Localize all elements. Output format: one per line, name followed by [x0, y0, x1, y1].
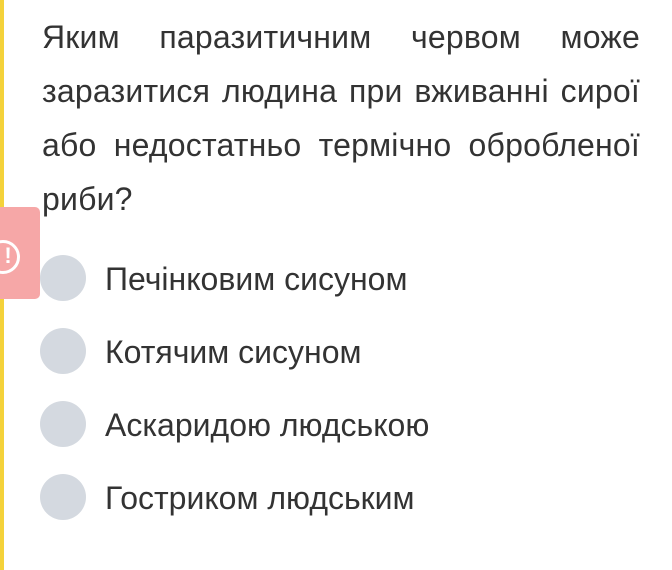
answer-option-label[interactable]: Гостриком людським	[105, 473, 415, 523]
radio-button[interactable]	[40, 401, 86, 447]
exclamation-mark: !	[4, 243, 12, 268]
radio-button[interactable]	[40, 255, 86, 301]
radio-button[interactable]	[40, 474, 86, 520]
report-alert-button[interactable]: !	[0, 207, 40, 299]
answer-option-label[interactable]: Печінковим сисуном	[105, 254, 407, 304]
question-text: Яким паразитичним червом може заразитися…	[42, 19, 640, 217]
radio-button[interactable]	[40, 328, 86, 374]
answer-option-label[interactable]: Котячим сисуном	[105, 327, 362, 377]
answer-option-label[interactable]: Аскаридою людською	[105, 400, 429, 450]
